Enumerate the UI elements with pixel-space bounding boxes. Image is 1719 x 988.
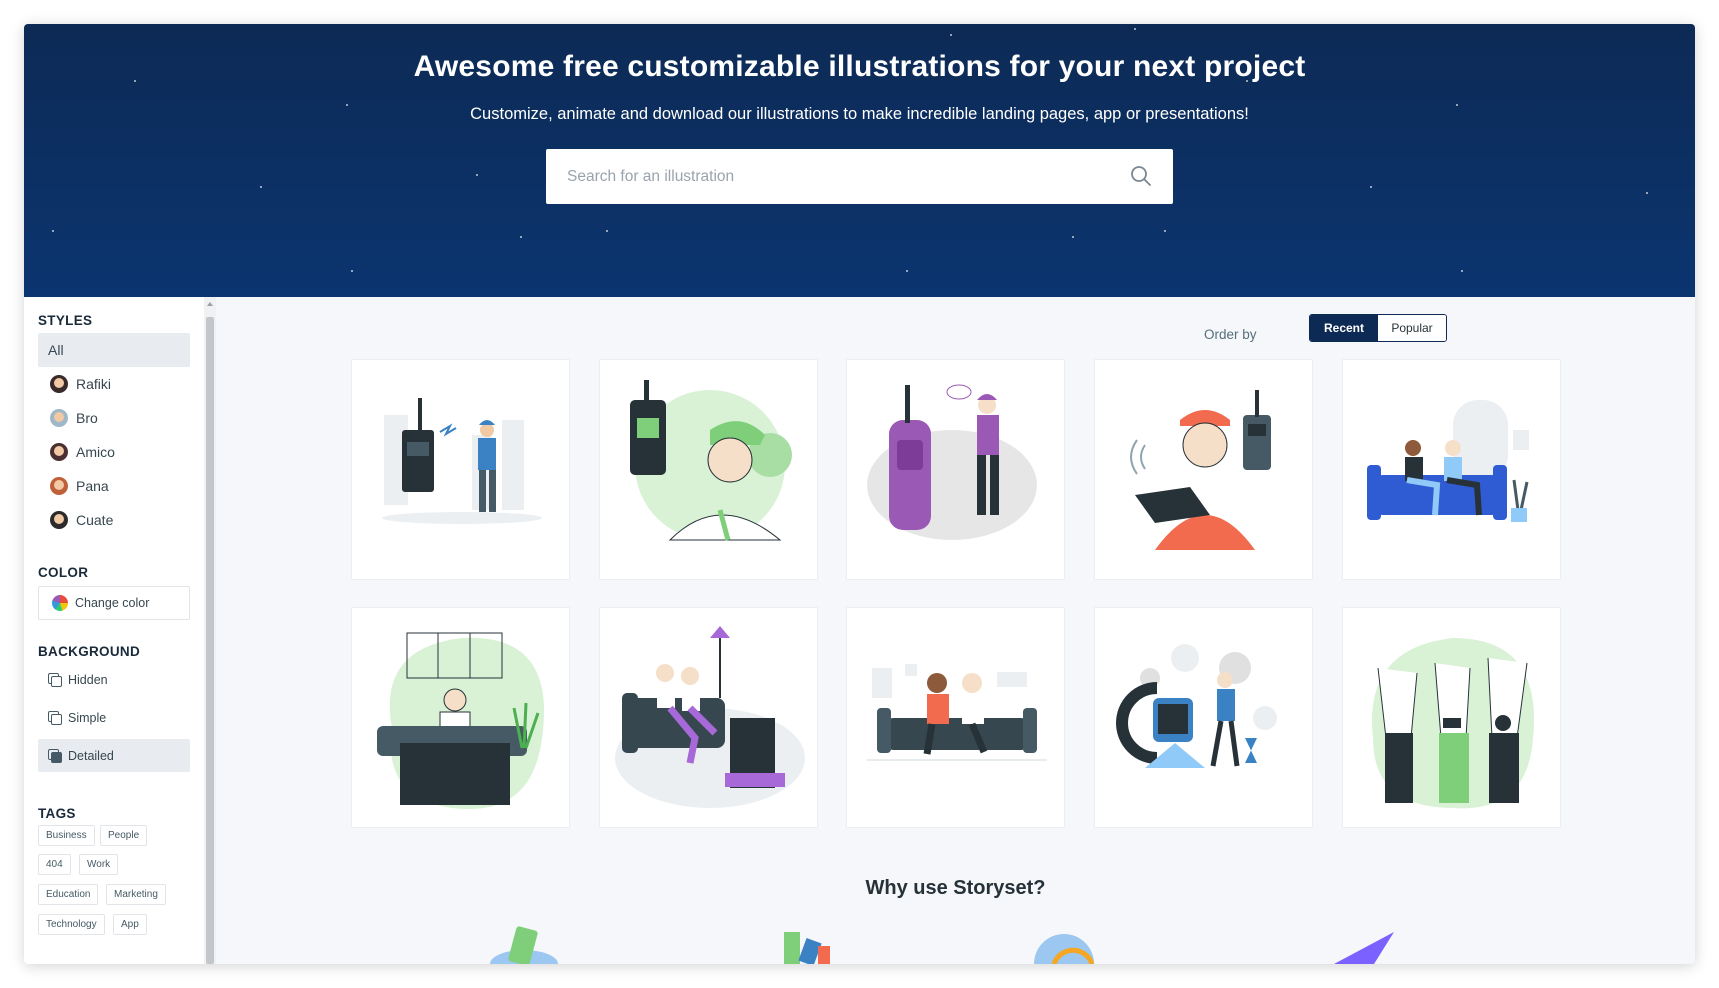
filter-sidebar: STYLES All Rafiki Bro Amico Pana Cuate C… [24, 297, 216, 964]
change-color-button[interactable]: Change color [38, 586, 190, 620]
change-color-label: Change color [75, 596, 150, 610]
style-item-amico[interactable]: Amico [38, 435, 190, 469]
man-watching-tv-illustration [377, 632, 545, 810]
tag-marketing[interactable]: Marketing [106, 884, 166, 905]
tag-work[interactable]: Work [79, 854, 119, 875]
tag-technology[interactable]: Technology [38, 914, 105, 935]
search-bar [546, 149, 1173, 204]
app-window: Awesome free customizable illustrations … [24, 24, 1695, 964]
style-item-cuate[interactable]: Cuate [38, 503, 190, 537]
paper-plane-graphic-icon [1334, 932, 1394, 964]
tag-business[interactable]: Business [38, 825, 95, 846]
tag-people[interactable]: People [100, 825, 148, 846]
hero-banner: Awesome free customizable illustrations … [24, 24, 1695, 297]
tags-section-title: TAGS [38, 806, 76, 821]
illustration-card[interactable] [599, 607, 818, 828]
tag-app[interactable]: App [113, 914, 147, 935]
illustration-card[interactable] [1094, 359, 1313, 580]
layers-icon [48, 673, 62, 687]
background-label: Simple [68, 710, 107, 725]
illustration-card[interactable] [599, 359, 818, 580]
bro-avatar-icon [50, 409, 68, 427]
couple-on-couch-illustration [867, 664, 1047, 761]
style-item-pana[interactable]: Pana [38, 469, 190, 503]
hero-subtitle: Customize, animate and download our illu… [470, 105, 1249, 123]
order-by-label: Order by [1204, 327, 1257, 342]
color-section-title: COLOR [38, 565, 89, 580]
style-label: Rafiki [76, 376, 112, 392]
search-input[interactable] [546, 149, 1106, 204]
illustration-card[interactable] [846, 359, 1065, 580]
illustration-card[interactable] [1094, 607, 1313, 828]
tag-education[interactable]: Education [38, 884, 99, 905]
layers-icon [48, 711, 62, 725]
style-label: Bro [76, 410, 98, 426]
background-label: Hidden [68, 672, 108, 687]
cuate-avatar-icon [50, 511, 68, 529]
order-toggle: Recent Popular [1309, 314, 1447, 342]
style-item-bro[interactable]: Bro [38, 401, 190, 435]
color-wheel-icon [52, 595, 68, 611]
walkie-talkie-man-illustration [630, 380, 792, 541]
walkie-talkie-clipboard-illustration [1130, 390, 1271, 550]
order-recent-button[interactable]: Recent [1310, 315, 1378, 341]
couple-blue-sofa-illustration [1367, 400, 1529, 522]
style-label: All [48, 342, 64, 358]
background-option-detailed[interactable]: Detailed [38, 739, 190, 772]
rafiki-avatar-icon [50, 375, 68, 393]
style-label: Pana [76, 478, 109, 494]
style-label: Cuate [76, 512, 114, 528]
style-item-rafiki[interactable]: Rafiki [38, 367, 190, 401]
walkie-talkie-city-illustration [382, 398, 542, 524]
tag-404[interactable]: 404 [38, 854, 71, 875]
couple-purple-sofa-illustration [615, 626, 805, 808]
amico-avatar-icon [50, 443, 68, 461]
illustration-card[interactable] [846, 607, 1065, 828]
background-section-title: BACKGROUND [38, 644, 140, 659]
background-option-hidden[interactable]: Hidden [38, 663, 190, 696]
styles-section-title: STYLES [38, 313, 93, 328]
illustration-card[interactable] [1342, 359, 1561, 580]
order-popular-button[interactable]: Popular [1378, 315, 1446, 341]
walkie-talkie-purple-illustration [867, 384, 1037, 540]
hero-title: Awesome free customizable illustrations … [413, 50, 1306, 83]
smartwatch-man-illustration [1116, 644, 1277, 768]
layers-icon [48, 749, 62, 763]
scrollbar-thumb[interactable] [206, 317, 214, 964]
pana-avatar-icon [50, 477, 68, 495]
globe-graphic-icon [1034, 934, 1095, 964]
illustration-card[interactable] [351, 359, 570, 580]
why-section-title: Why use Storyset? [865, 877, 1046, 899]
style-label: Amico [76, 444, 115, 460]
phone-graphic-icon [490, 926, 558, 964]
illustration-card[interactable] [1342, 607, 1561, 828]
background-option-simple[interactable]: Simple [38, 701, 190, 734]
sidebar-scrollbar[interactable] [204, 297, 216, 964]
illustration-card[interactable] [351, 607, 570, 828]
scroll-up-arrow-icon[interactable] [207, 302, 213, 306]
background-label: Detailed [68, 748, 114, 763]
palette-graphic-icon [784, 932, 830, 964]
hands-watches-illustration [1372, 638, 1534, 809]
search-icon[interactable] [1129, 164, 1153, 188]
style-item-all[interactable]: All [38, 333, 190, 367]
